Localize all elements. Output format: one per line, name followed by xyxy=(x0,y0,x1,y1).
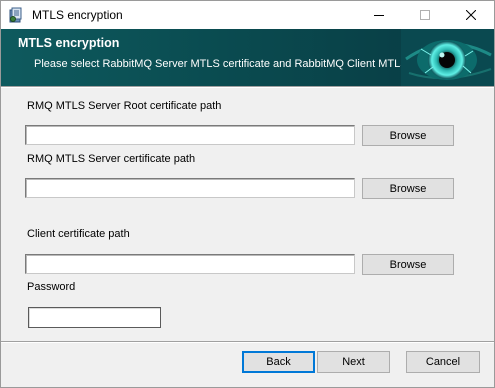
cancel-button[interactable]: Cancel xyxy=(406,351,480,373)
password-field[interactable] xyxy=(28,307,161,328)
installer-icon xyxy=(9,7,22,23)
banner-title: MTLS encryption xyxy=(18,36,120,50)
maximize-button[interactable] xyxy=(402,1,448,29)
close-icon xyxy=(466,10,476,20)
banner-subtitle: Please select RabbitMQ Server MTLS certi… xyxy=(34,58,420,70)
browse-server-cert-button[interactable]: Browse xyxy=(362,178,454,199)
close-button[interactable] xyxy=(448,1,494,29)
window-title: MTLS encryption xyxy=(32,8,123,22)
server-root-cert-label: RMQ MTLS Server Root certificate path xyxy=(27,100,222,112)
client-cert-label: Client certificate path xyxy=(27,228,130,240)
title-bar[interactable]: MTLS encryption xyxy=(1,1,494,29)
banner-divider-highlight xyxy=(1,87,494,88)
browse-client-cert-button[interactable]: Browse xyxy=(362,254,454,275)
server-cert-field[interactable] xyxy=(25,178,355,198)
footer-divider-highlight xyxy=(1,342,494,343)
header-banner: MTLS encryption Please select RabbitMQ S… xyxy=(1,29,494,86)
browse-server-root-cert-button[interactable]: Browse xyxy=(362,125,454,146)
password-label: Password xyxy=(27,281,76,293)
eye-icon xyxy=(401,29,494,86)
server-root-cert-field[interactable] xyxy=(25,125,355,145)
dialog-window: MTLS encryption MTLS encryption Please s… xyxy=(0,0,495,388)
minimize-icon xyxy=(374,15,384,16)
back-button[interactable]: Back xyxy=(242,351,315,373)
minimize-button[interactable] xyxy=(356,1,402,29)
client-cert-field[interactable] xyxy=(25,254,355,274)
server-cert-label: RMQ MTLS Server certificate path xyxy=(27,153,196,165)
next-button[interactable]: Next xyxy=(317,351,390,373)
maximize-icon xyxy=(420,10,430,20)
